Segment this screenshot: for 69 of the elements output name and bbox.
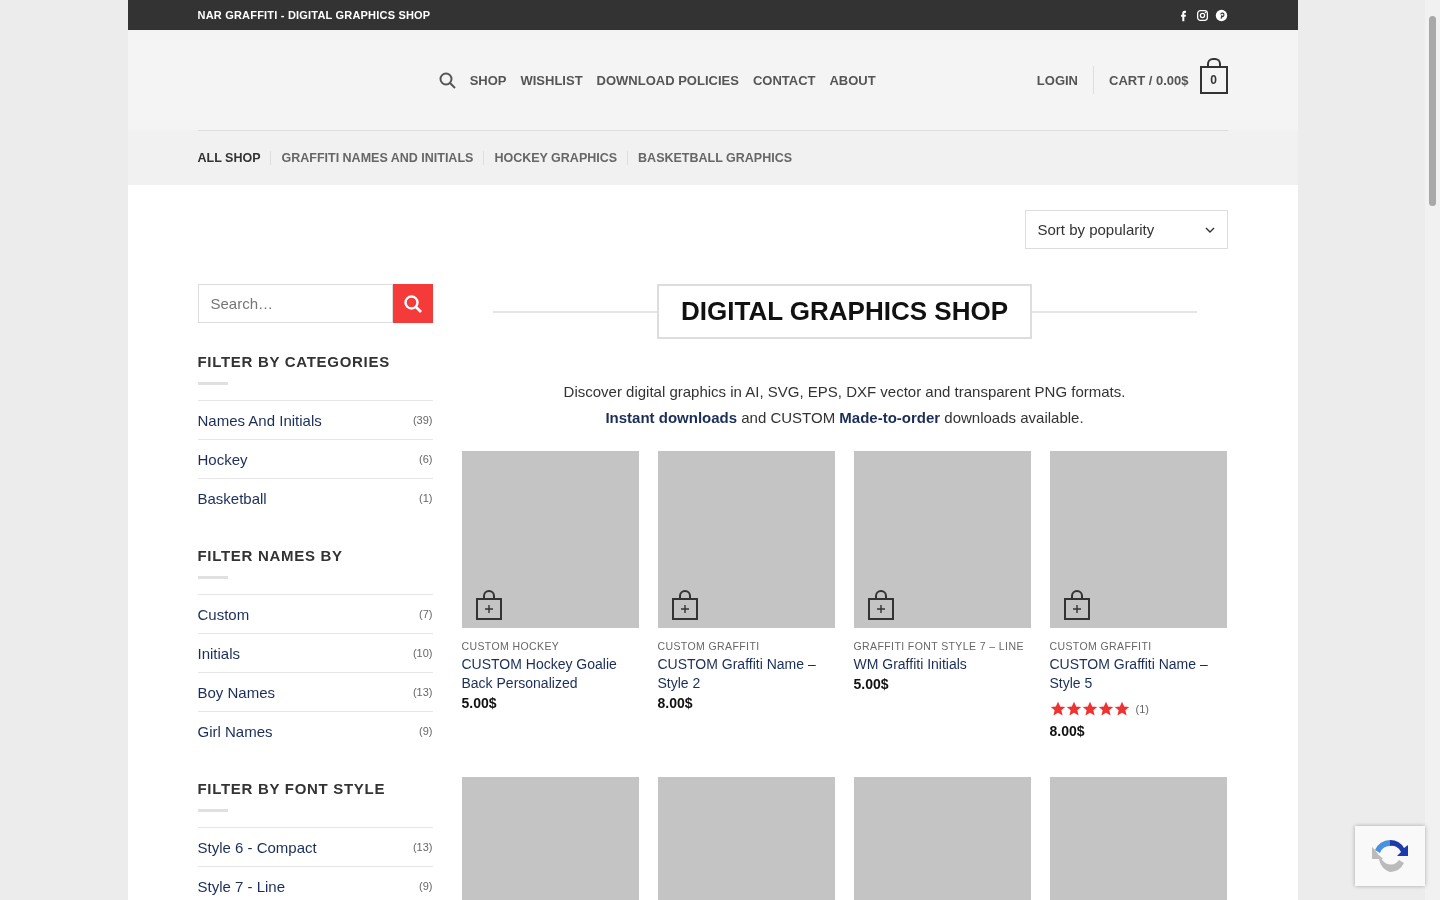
- pinterest-icon[interactable]: [1214, 8, 1228, 22]
- product-category: CUSTOM GRAFFITI: [657, 640, 761, 652]
- search-button[interactable]: [392, 284, 433, 323]
- add-to-cart-icon[interactable]: [867, 590, 894, 620]
- filter-link[interactable]: Names And Initials: [197, 411, 322, 429]
- filter-link[interactable]: Basketball: [197, 489, 267, 507]
- star-icon: [1113, 701, 1130, 717]
- filter-link[interactable]: Custom: [197, 605, 250, 623]
- add-to-cart-icon[interactable]: [475, 590, 502, 620]
- login-link[interactable]: LOGIN: [1036, 72, 1078, 88]
- review-count: (1): [1135, 703, 1149, 715]
- site-title: NAR GRAFFITI - DIGITAL GRAPHICS SHOP: [197, 9, 431, 21]
- recaptcha-badge[interactable]: [1355, 826, 1425, 886]
- product-title[interactable]: WM Graffiti Initials: [853, 655, 1031, 674]
- filter-link[interactable]: Initials: [197, 644, 241, 662]
- cart-count[interactable]: 0: [1199, 58, 1228, 94]
- category-tab[interactable]: HOCKEY GRAPHICS: [483, 151, 628, 165]
- add-to-cart-icon[interactable]: [1063, 590, 1090, 620]
- add-to-cart-icon[interactable]: [671, 590, 698, 620]
- instagram-icon[interactable]: [1195, 8, 1209, 22]
- product-price: 8.00$: [657, 695, 694, 711]
- item-count: (13): [412, 686, 433, 698]
- product-price: 5.00$: [853, 676, 890, 692]
- section-title: DIGITAL GRAPHICS SHOP: [657, 284, 1032, 339]
- search-icon[interactable]: [438, 71, 456, 89]
- item-count: (39): [412, 414, 433, 426]
- sort-dropdown[interactable]: Sort by popularity: [1024, 210, 1228, 249]
- nav-link[interactable]: SHOP: [469, 72, 507, 88]
- filter-heading: FILTER NAMES BY: [197, 547, 344, 564]
- product-category: CUSTOM HOCKEY: [461, 640, 561, 652]
- filter-link[interactable]: Hockey: [197, 450, 248, 468]
- star-icon: [1081, 701, 1098, 717]
- chevron-down-icon: [1204, 226, 1215, 233]
- item-count: (13): [412, 841, 433, 853]
- category-tab[interactable]: GRAFFITI NAMES AND INITIALS: [270, 151, 484, 165]
- item-count: (9): [419, 880, 433, 892]
- product-price: 5.00$: [461, 695, 498, 711]
- filter-link[interactable]: Style 6 - Compact: [197, 838, 317, 856]
- star-icon: [1049, 701, 1066, 717]
- item-count: (9): [419, 725, 433, 737]
- nav-link[interactable]: ABOUT: [829, 72, 876, 88]
- star-icon: [1097, 701, 1114, 717]
- item-count: (7): [419, 608, 433, 620]
- search-icon: [402, 293, 423, 314]
- intro-text: Instant downloads and CUSTOM Made-to-order downloads available.: [604, 408, 1085, 428]
- product-title[interactable]: CUSTOM Hockey Goalie Back Personalized: [461, 655, 639, 693]
- category-tab[interactable]: ALL SHOP: [197, 151, 271, 165]
- filter-heading: FILTER BY CATEGORIES: [197, 353, 391, 370]
- item-count: (10): [412, 647, 433, 659]
- item-count: (6): [419, 453, 433, 465]
- star-icon: [1065, 701, 1082, 717]
- cart-link[interactable]: CART / 0.00$: [1109, 72, 1189, 88]
- category-tab[interactable]: BASKETBALL GRAPHICS: [627, 151, 803, 165]
- product-title[interactable]: CUSTOM Graffiti Name – Style 2: [657, 655, 835, 693]
- intro-text: Discover digital graphics in AI, SVG, EPS, DXF vector and transparent PNG formats.: [562, 382, 1127, 402]
- search-field[interactable]: Search…: [197, 284, 393, 323]
- filter-link[interactable]: Girl Names: [197, 722, 273, 740]
- nav-link[interactable]: DOWNLOAD POLICIES: [596, 72, 739, 88]
- nav-link[interactable]: CONTACT: [752, 72, 816, 88]
- nav-link[interactable]: WISHLIST: [520, 72, 583, 88]
- scrollbar[interactable]: [1425, 0, 1440, 900]
- product-category: CUSTOM GRAFFITI: [1049, 640, 1153, 652]
- product-category: GRAFFITI FONT STYLE 7 – LINE: [853, 640, 1025, 652]
- product-price: 8.00$: [1049, 723, 1086, 739]
- item-count: (1): [419, 492, 433, 504]
- filter-link[interactable]: Boy Names: [197, 683, 276, 701]
- filter-link[interactable]: Style 7 - Line: [197, 877, 286, 895]
- filter-heading: FILTER BY FONT STYLE: [197, 780, 387, 797]
- product-title[interactable]: CUSTOM Graffiti Name – Style 5: [1049, 655, 1227, 693]
